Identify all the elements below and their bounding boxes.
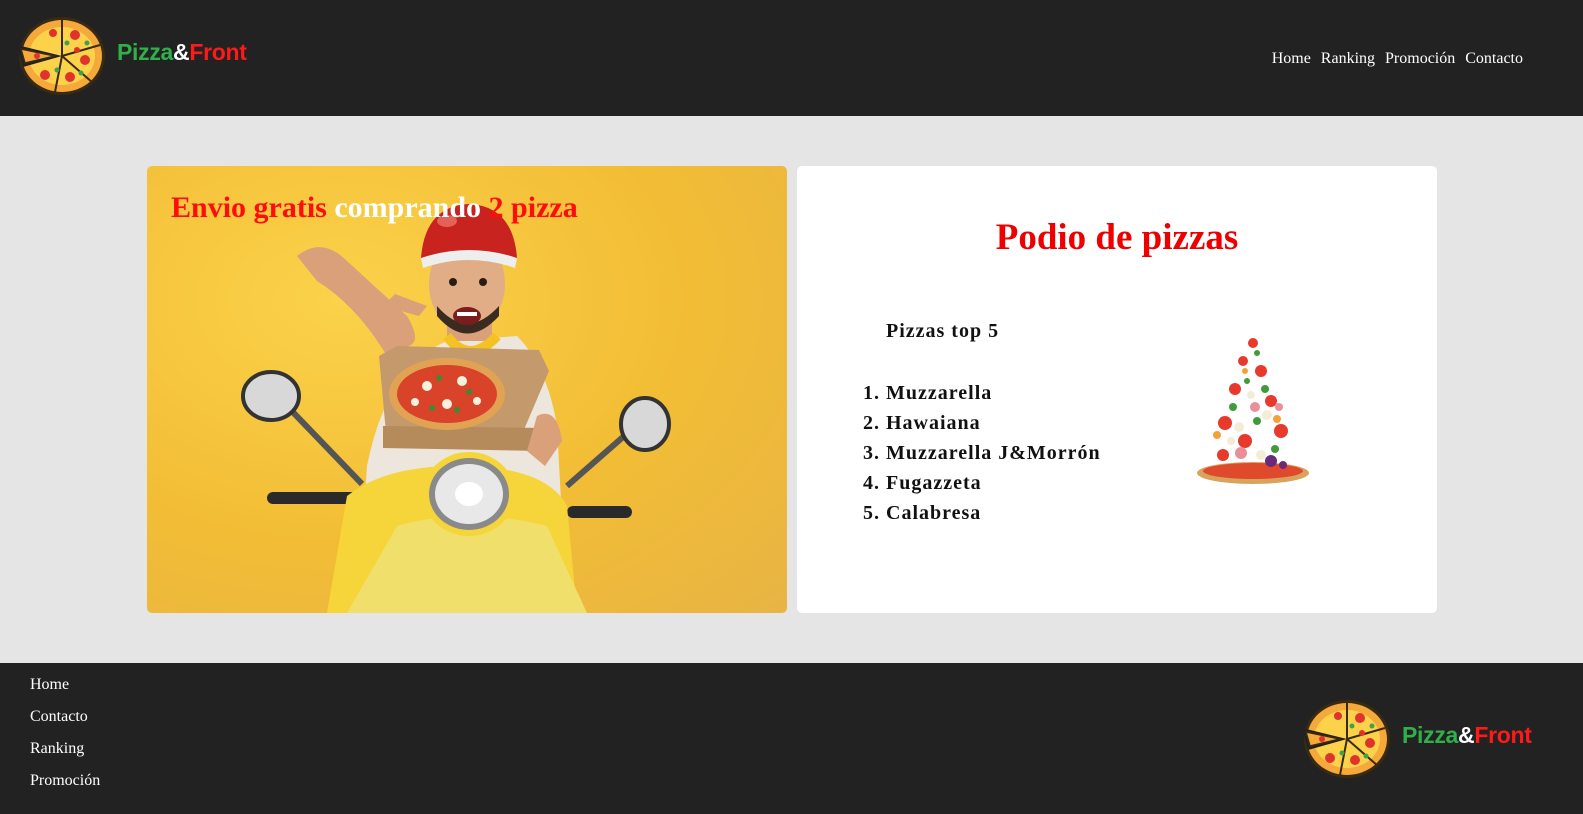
list-item-label: Muzzarella [886, 382, 993, 404]
brand-name: Pizza&Front [117, 39, 247, 66]
list-item-label: Muzzarella J&Morrón [886, 442, 1101, 464]
footer-link-ranking[interactable]: Ranking [30, 739, 100, 759]
brand-name-amp: & [173, 38, 190, 65]
promo-title-buying: comprando [334, 191, 482, 224]
brand-name-part2: Front [1474, 721, 1532, 748]
footer-nav: Home Contacto Ranking Promoción [30, 675, 100, 791]
top-five-list: 1. Muzzarella 2. Hawaiana 3. Muzzarella J&M… [863, 378, 1101, 528]
list-item: 3. Muzzarella J&Morrón [863, 438, 1101, 468]
podium-card: Podio de pizzas Pizzas top 5 1. Muzzarell… [797, 166, 1437, 613]
site-footer: Home Contacto Ranking Promoción Pizza&Fr… [0, 663, 1583, 814]
list-item-label: Hawaiana [886, 412, 981, 434]
brand-name-part1: Pizza [1402, 721, 1459, 748]
list-item-number: 1. [863, 382, 880, 404]
brand-logo[interactable]: Pizza&Front [15, 15, 247, 97]
footer-link-contacto[interactable]: Contacto [30, 707, 100, 727]
nav-link-ranking[interactable]: Ranking [1321, 50, 1375, 68]
pizza-logo-icon [1302, 700, 1390, 778]
list-item-number: 5. [863, 502, 880, 524]
list-item: 2. Hawaiana [863, 408, 1101, 438]
list-item-number: 4. [863, 472, 880, 494]
flying-pizza-ingredients-image [1197, 338, 1309, 484]
brand-name-amp: & [1458, 721, 1475, 748]
pizza-logo-icon [17, 17, 105, 95]
list-item: 5. Calabresa [863, 498, 1101, 528]
brand-name-part1: Pizza [117, 38, 174, 65]
podium-title: Podio de pizzas [995, 217, 1239, 258]
nav-link-home[interactable]: Home [1272, 50, 1311, 68]
delivery-rider-image [241, 204, 671, 613]
nav-link-promocion[interactable]: Promoción [1385, 50, 1455, 68]
footer-link-home[interactable]: Home [30, 675, 100, 695]
promo-title-quantity: 2 pizza [488, 191, 578, 224]
brand-name: Pizza&Front [1402, 722, 1532, 749]
site-header: Pizza&Front Home Ranking Promoción Conta… [0, 0, 1583, 116]
footer-brand-logo[interactable]: Pizza&Front [1300, 698, 1532, 780]
list-item-number: 3. [863, 442, 880, 464]
list-item-number: 2. [863, 412, 880, 434]
main-nav: Home Ranking Promoción Contacto [1272, 50, 1523, 68]
list-item: 4. Fugazzeta [863, 468, 1101, 498]
promo-card: Envio gratis comprando 2 pizza [147, 166, 787, 613]
list-item-label: Fugazzeta [886, 472, 982, 494]
footer-link-promocion[interactable]: Promoción [30, 771, 100, 791]
main-content: Envio gratis comprando 2 pizza Podio de … [0, 116, 1583, 663]
list-item-label: Calabresa [886, 502, 982, 524]
nav-link-contacto[interactable]: Contacto [1465, 50, 1523, 68]
promo-title: Envio gratis comprando 2 pizza [171, 191, 578, 225]
top-five-label: Pizzas top 5 [886, 320, 1000, 342]
list-item: 1. Muzzarella [863, 378, 1101, 408]
promo-title-free-shipping: Envio gratis [171, 191, 327, 224]
brand-name-part2: Front [189, 38, 247, 65]
